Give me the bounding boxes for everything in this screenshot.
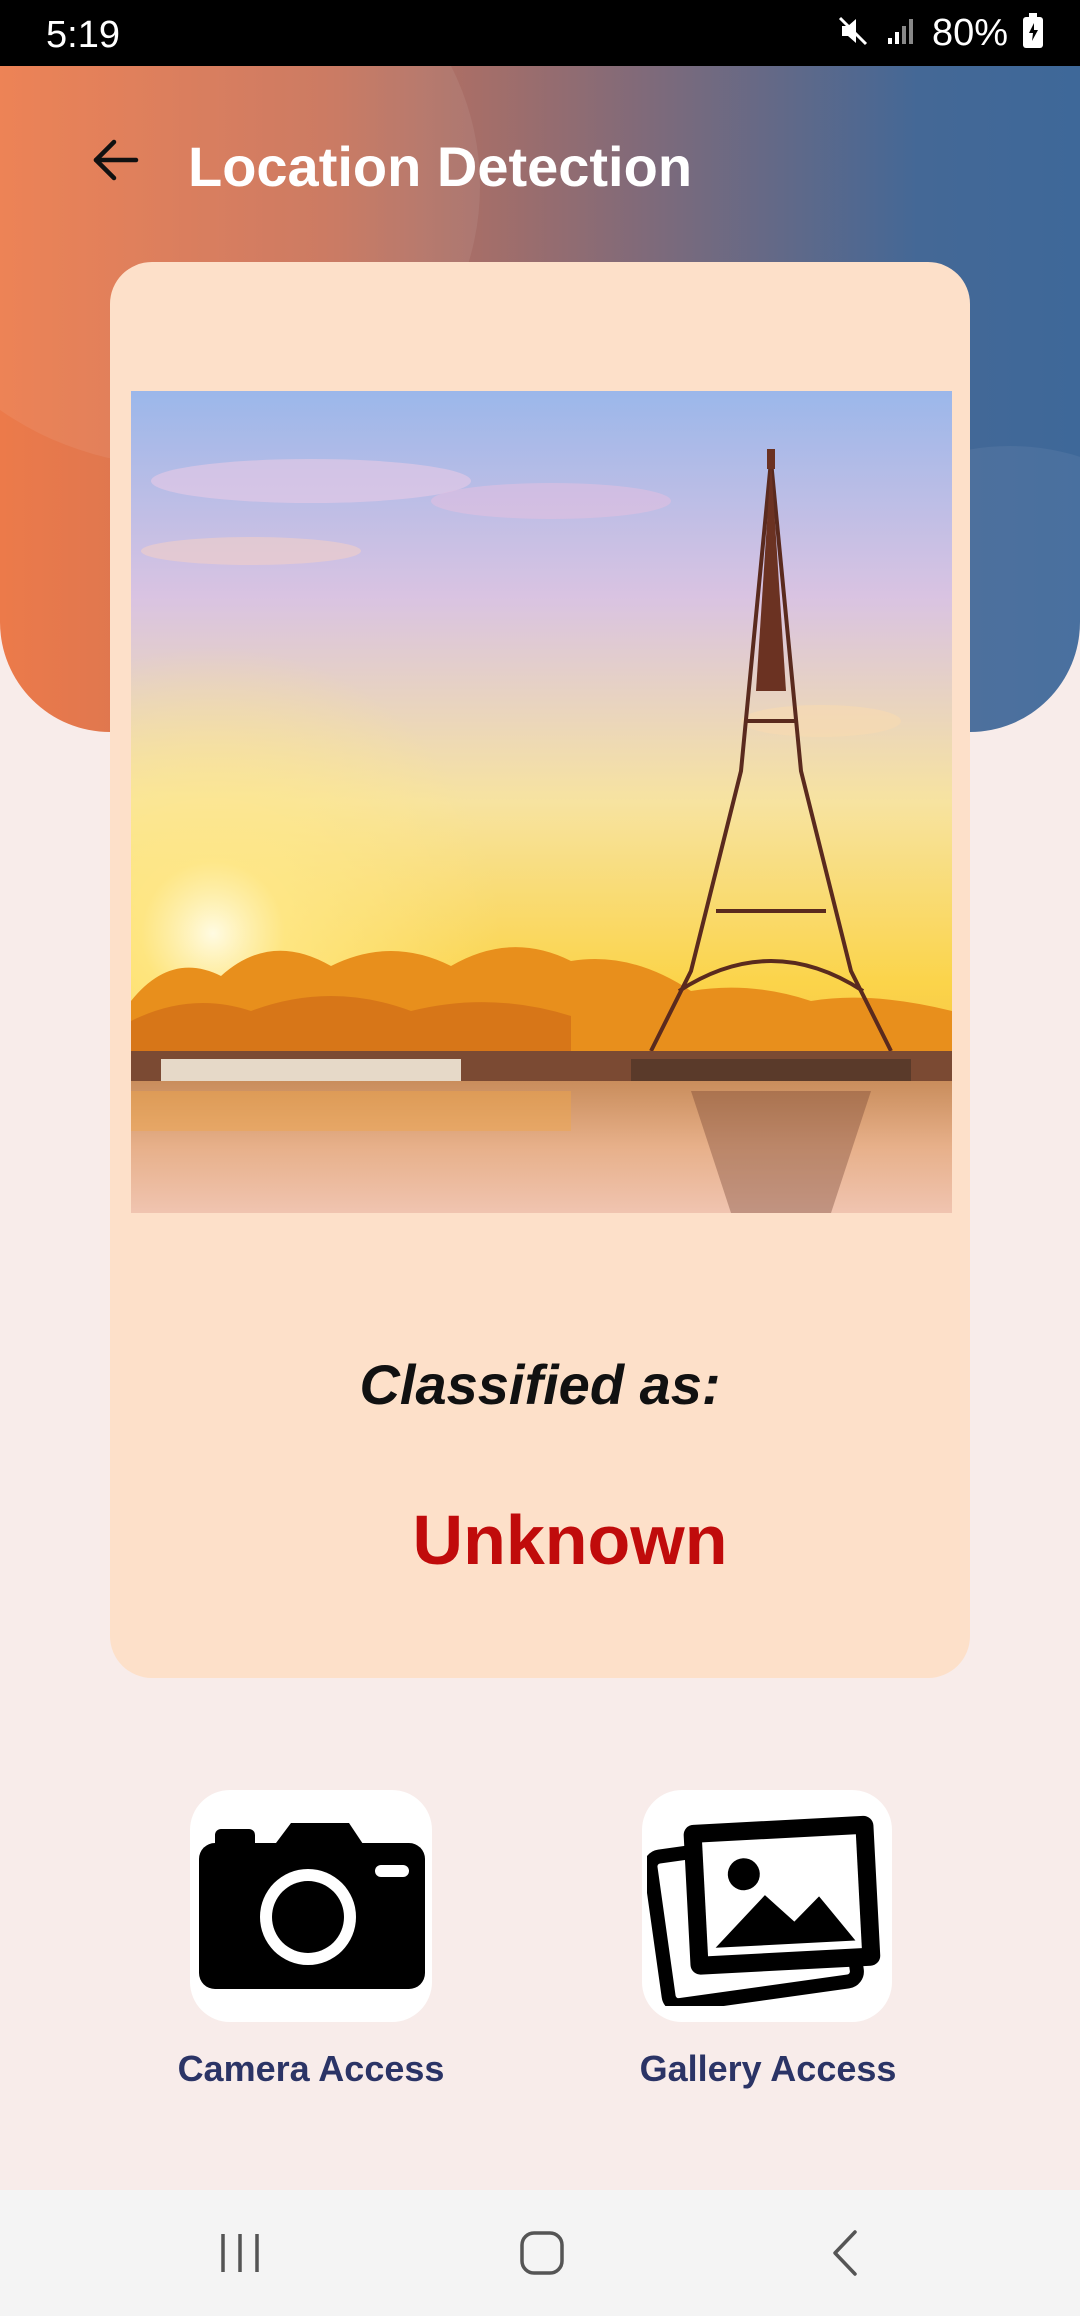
gallery-access-label[interactable]: Gallery Access <box>600 2048 936 2090</box>
status-icons: 80% <box>836 12 1044 54</box>
result-card: Classified as: Unknown <box>110 262 970 1678</box>
home-button[interactable] <box>482 2190 602 2316</box>
signal-icon <box>884 14 918 53</box>
arrow-left-icon <box>93 139 139 181</box>
battery-icon <box>1022 12 1044 54</box>
page-title: Location Detection <box>188 135 693 198</box>
mute-icon <box>836 14 870 53</box>
battery-percentage: 80% <box>931 11 1008 54</box>
system-back-button[interactable] <box>786 2190 906 2316</box>
camera-access-label[interactable]: Camera Access <box>140 2048 482 2090</box>
gallery-access-button[interactable] <box>642 1790 892 2022</box>
camera-icon <box>199 1823 425 1989</box>
home-icon <box>520 2231 564 2275</box>
eiffel-tower-photo <box>131 391 952 1213</box>
recent-apps-icon <box>221 2234 259 2272</box>
classified-value: Unknown <box>412 1501 728 1579</box>
classified-label: Classified as: <box>359 1353 721 1416</box>
recent-apps-button[interactable] <box>180 2190 300 2316</box>
system-nav-bar <box>0 2190 1080 2316</box>
back-button[interactable] <box>84 128 148 192</box>
status-time: 5:19 <box>46 14 120 56</box>
status-bar: 5:19 80% <box>0 0 1080 66</box>
gallery-icon <box>647 1815 881 2006</box>
back-icon <box>833 2230 857 2276</box>
camera-access-button[interactable] <box>190 1790 432 2022</box>
